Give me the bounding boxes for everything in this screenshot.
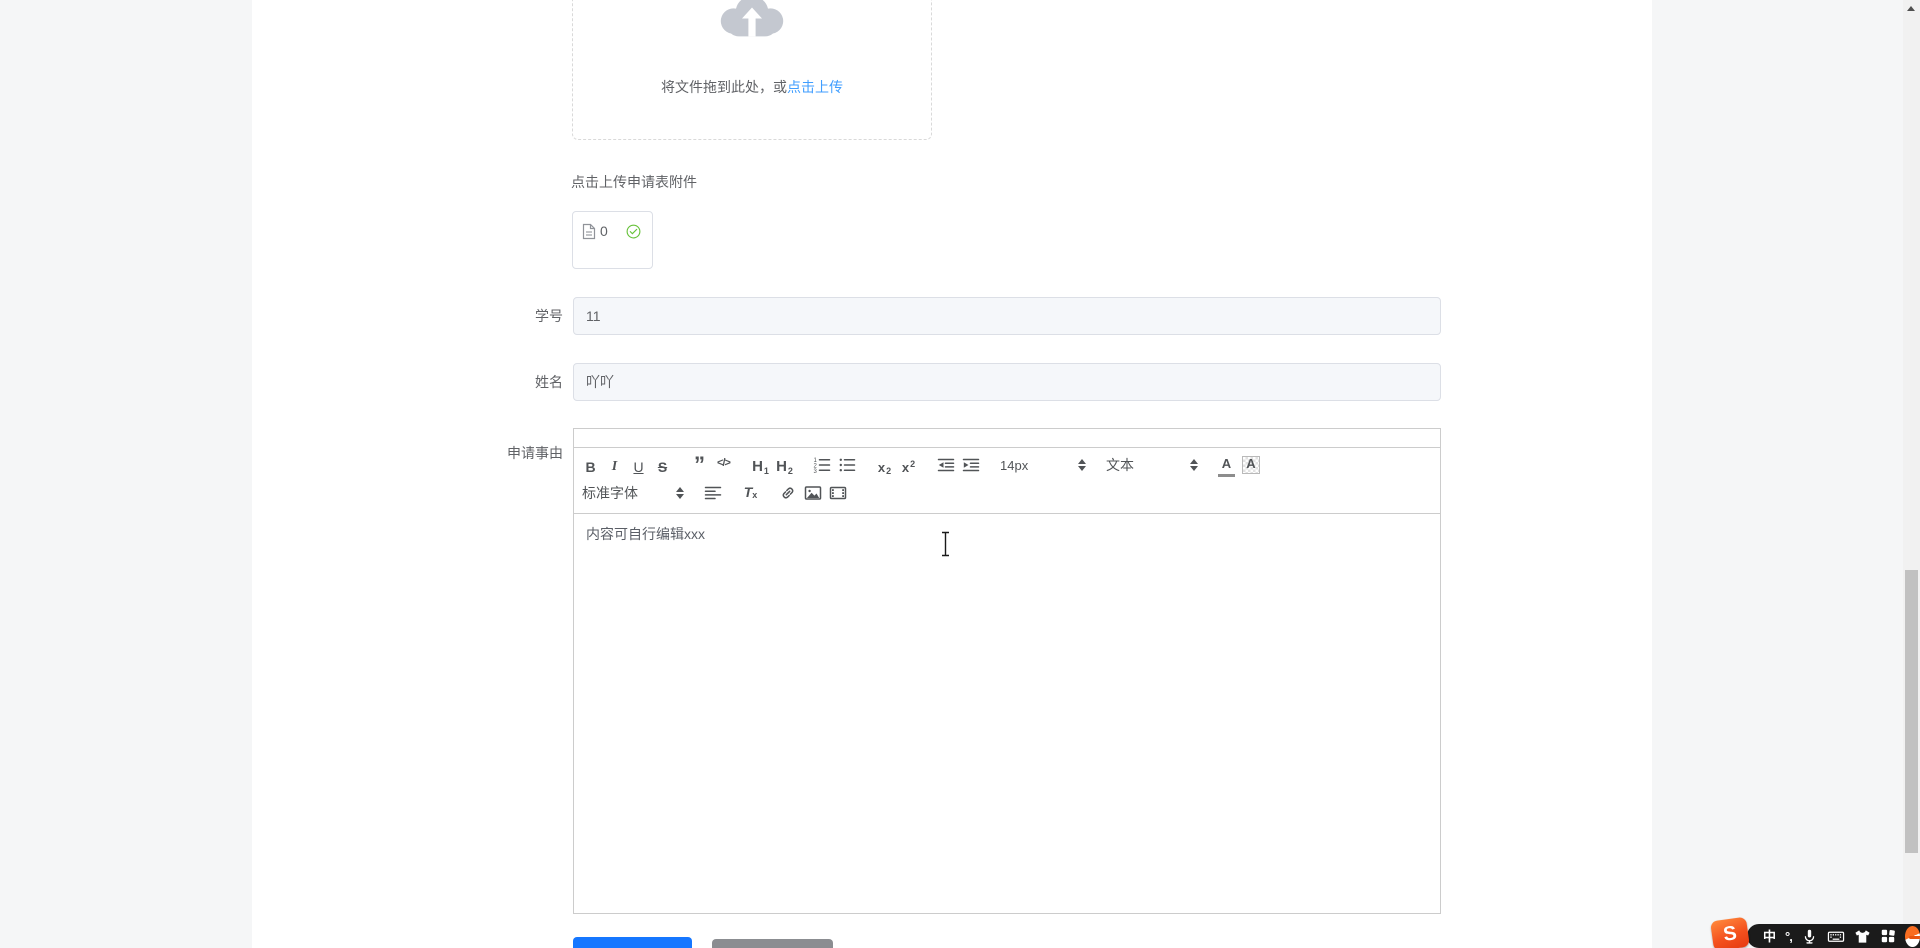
- background-color-button[interactable]: A: [1242, 456, 1260, 474]
- keyboard-icon[interactable]: [1827, 928, 1845, 945]
- video-button[interactable]: [829, 481, 847, 505]
- toolbar-row-1: B I U S ” </> H1 H2 1 2 3 x 2 x 2 14px 文…: [582, 451, 1432, 479]
- align-button[interactable]: [704, 481, 722, 505]
- upload-tip-text: 点击上传申请表附件: [571, 174, 697, 190]
- h1-letter: H: [752, 458, 763, 475]
- student-id-input[interactable]: [573, 297, 1441, 335]
- clear-format-button[interactable]: Tx: [742, 481, 759, 505]
- name-label: 姓名: [535, 374, 563, 390]
- ime-toolbar: 中 °,: [1747, 924, 1920, 948]
- ime-mode-chinese[interactable]: 中: [1763, 930, 1776, 943]
- superscript-digit: 2: [910, 459, 916, 469]
- check-circle-icon: [626, 224, 641, 244]
- outdent-button[interactable]: [937, 453, 955, 477]
- upload-drag-text: 将文件拖到此处，或: [661, 79, 787, 95]
- updown-arrows-icon: [676, 487, 684, 499]
- superscript-letter: x: [901, 460, 910, 475]
- text-color-button[interactable]: A: [1218, 453, 1235, 477]
- toolbar-row-2: 标准字体 Tx: [582, 479, 1432, 507]
- font-family-dropdown[interactable]: 标准字体: [582, 481, 684, 505]
- scrollbar-up-arrow[interactable]: [1903, 0, 1920, 17]
- bold-button[interactable]: B: [582, 453, 599, 477]
- code-block-button[interactable]: </>: [715, 453, 732, 477]
- strikethrough-button[interactable]: S: [654, 453, 671, 477]
- toolbox-grid-icon[interactable]: [1880, 928, 1896, 944]
- updown-arrows-icon: [1190, 459, 1198, 471]
- rich-text-editor: B I U S ” </> H1 H2 1 2 3 x 2 x 2 14px 文…: [573, 428, 1441, 914]
- image-button[interactable]: [804, 481, 822, 505]
- header-1-button[interactable]: H1: [752, 453, 769, 477]
- italic-button[interactable]: I: [606, 453, 623, 477]
- clean-letter: T: [743, 483, 753, 500]
- clean-x: x: [752, 490, 758, 500]
- indent-button[interactable]: [962, 453, 980, 477]
- skin-shirt-icon[interactable]: [1854, 928, 1871, 945]
- h1-digit: 1: [763, 466, 769, 476]
- editor-toolbar: B I U S ” </> H1 H2 1 2 3 x 2 x 2 14px 文…: [574, 448, 1440, 514]
- attachment-count: 0: [600, 223, 608, 239]
- header-format-dropdown[interactable]: 文本: [1106, 453, 1198, 477]
- editor-top-strip: [574, 429, 1440, 448]
- upload-click-link[interactable]: 点击上传: [787, 79, 843, 95]
- upload-cloud-icon: [718, 0, 786, 51]
- header-2-button[interactable]: H2: [776, 453, 793, 477]
- subscript-digit: 2: [886, 466, 892, 476]
- sogou-emoji-icon[interactable]: [1904, 925, 1920, 947]
- reason-label: 申请事由: [507, 445, 563, 461]
- scrollbar-track[interactable]: [1903, 0, 1920, 948]
- underline-button[interactable]: U: [630, 453, 647, 477]
- scrollbar-thumb[interactable]: [1905, 570, 1918, 853]
- page: { "upload": { "drag_text": "将文件拖到此处，或", …: [0, 0, 1920, 948]
- name-input[interactable]: [573, 363, 1441, 401]
- sogou-logo[interactable]: S: [1710, 916, 1750, 948]
- bullet-list-button[interactable]: [838, 453, 856, 477]
- font-size-dropdown[interactable]: 14px: [1000, 453, 1086, 477]
- superscript-button[interactable]: x2: [900, 453, 917, 477]
- reset-button[interactable]: [712, 939, 833, 948]
- subscript-button[interactable]: x2: [876, 453, 893, 477]
- svg-text:3: 3: [814, 469, 818, 474]
- submit-button[interactable]: [573, 937, 692, 948]
- h2-digit: 2: [787, 466, 793, 476]
- punctuation-icon[interactable]: °,: [1785, 930, 1793, 943]
- attachment-box[interactable]: 0: [572, 211, 653, 269]
- form-panel: 将文件拖到此处，或点击上传 点击上传申请表附件 0 学号 姓名 申请事由: [252, 0, 1652, 948]
- document-icon: [582, 223, 596, 245]
- student-id-label: 学号: [535, 308, 563, 324]
- h2-letter: H: [776, 458, 787, 475]
- font-family-value: 标准字体: [582, 485, 638, 501]
- editor-content-area[interactable]: 内容可自行编辑xxx: [574, 514, 1440, 908]
- header-format-value: 文本: [1106, 457, 1134, 473]
- updown-arrows-icon: [1078, 459, 1086, 471]
- font-size-value: 14px: [1000, 457, 1029, 473]
- blockquote-button[interactable]: ”: [691, 453, 708, 477]
- subscript-letter: x: [877, 460, 886, 475]
- editor-content-text: 内容可自行编辑xxx: [586, 526, 705, 542]
- upload-instruction: 将文件拖到此处，或点击上传: [572, 77, 932, 97]
- microphone-icon[interactable]: [1801, 928, 1818, 945]
- link-button[interactable]: [779, 481, 797, 505]
- ordered-list-button[interactable]: 1 2 3: [813, 453, 831, 477]
